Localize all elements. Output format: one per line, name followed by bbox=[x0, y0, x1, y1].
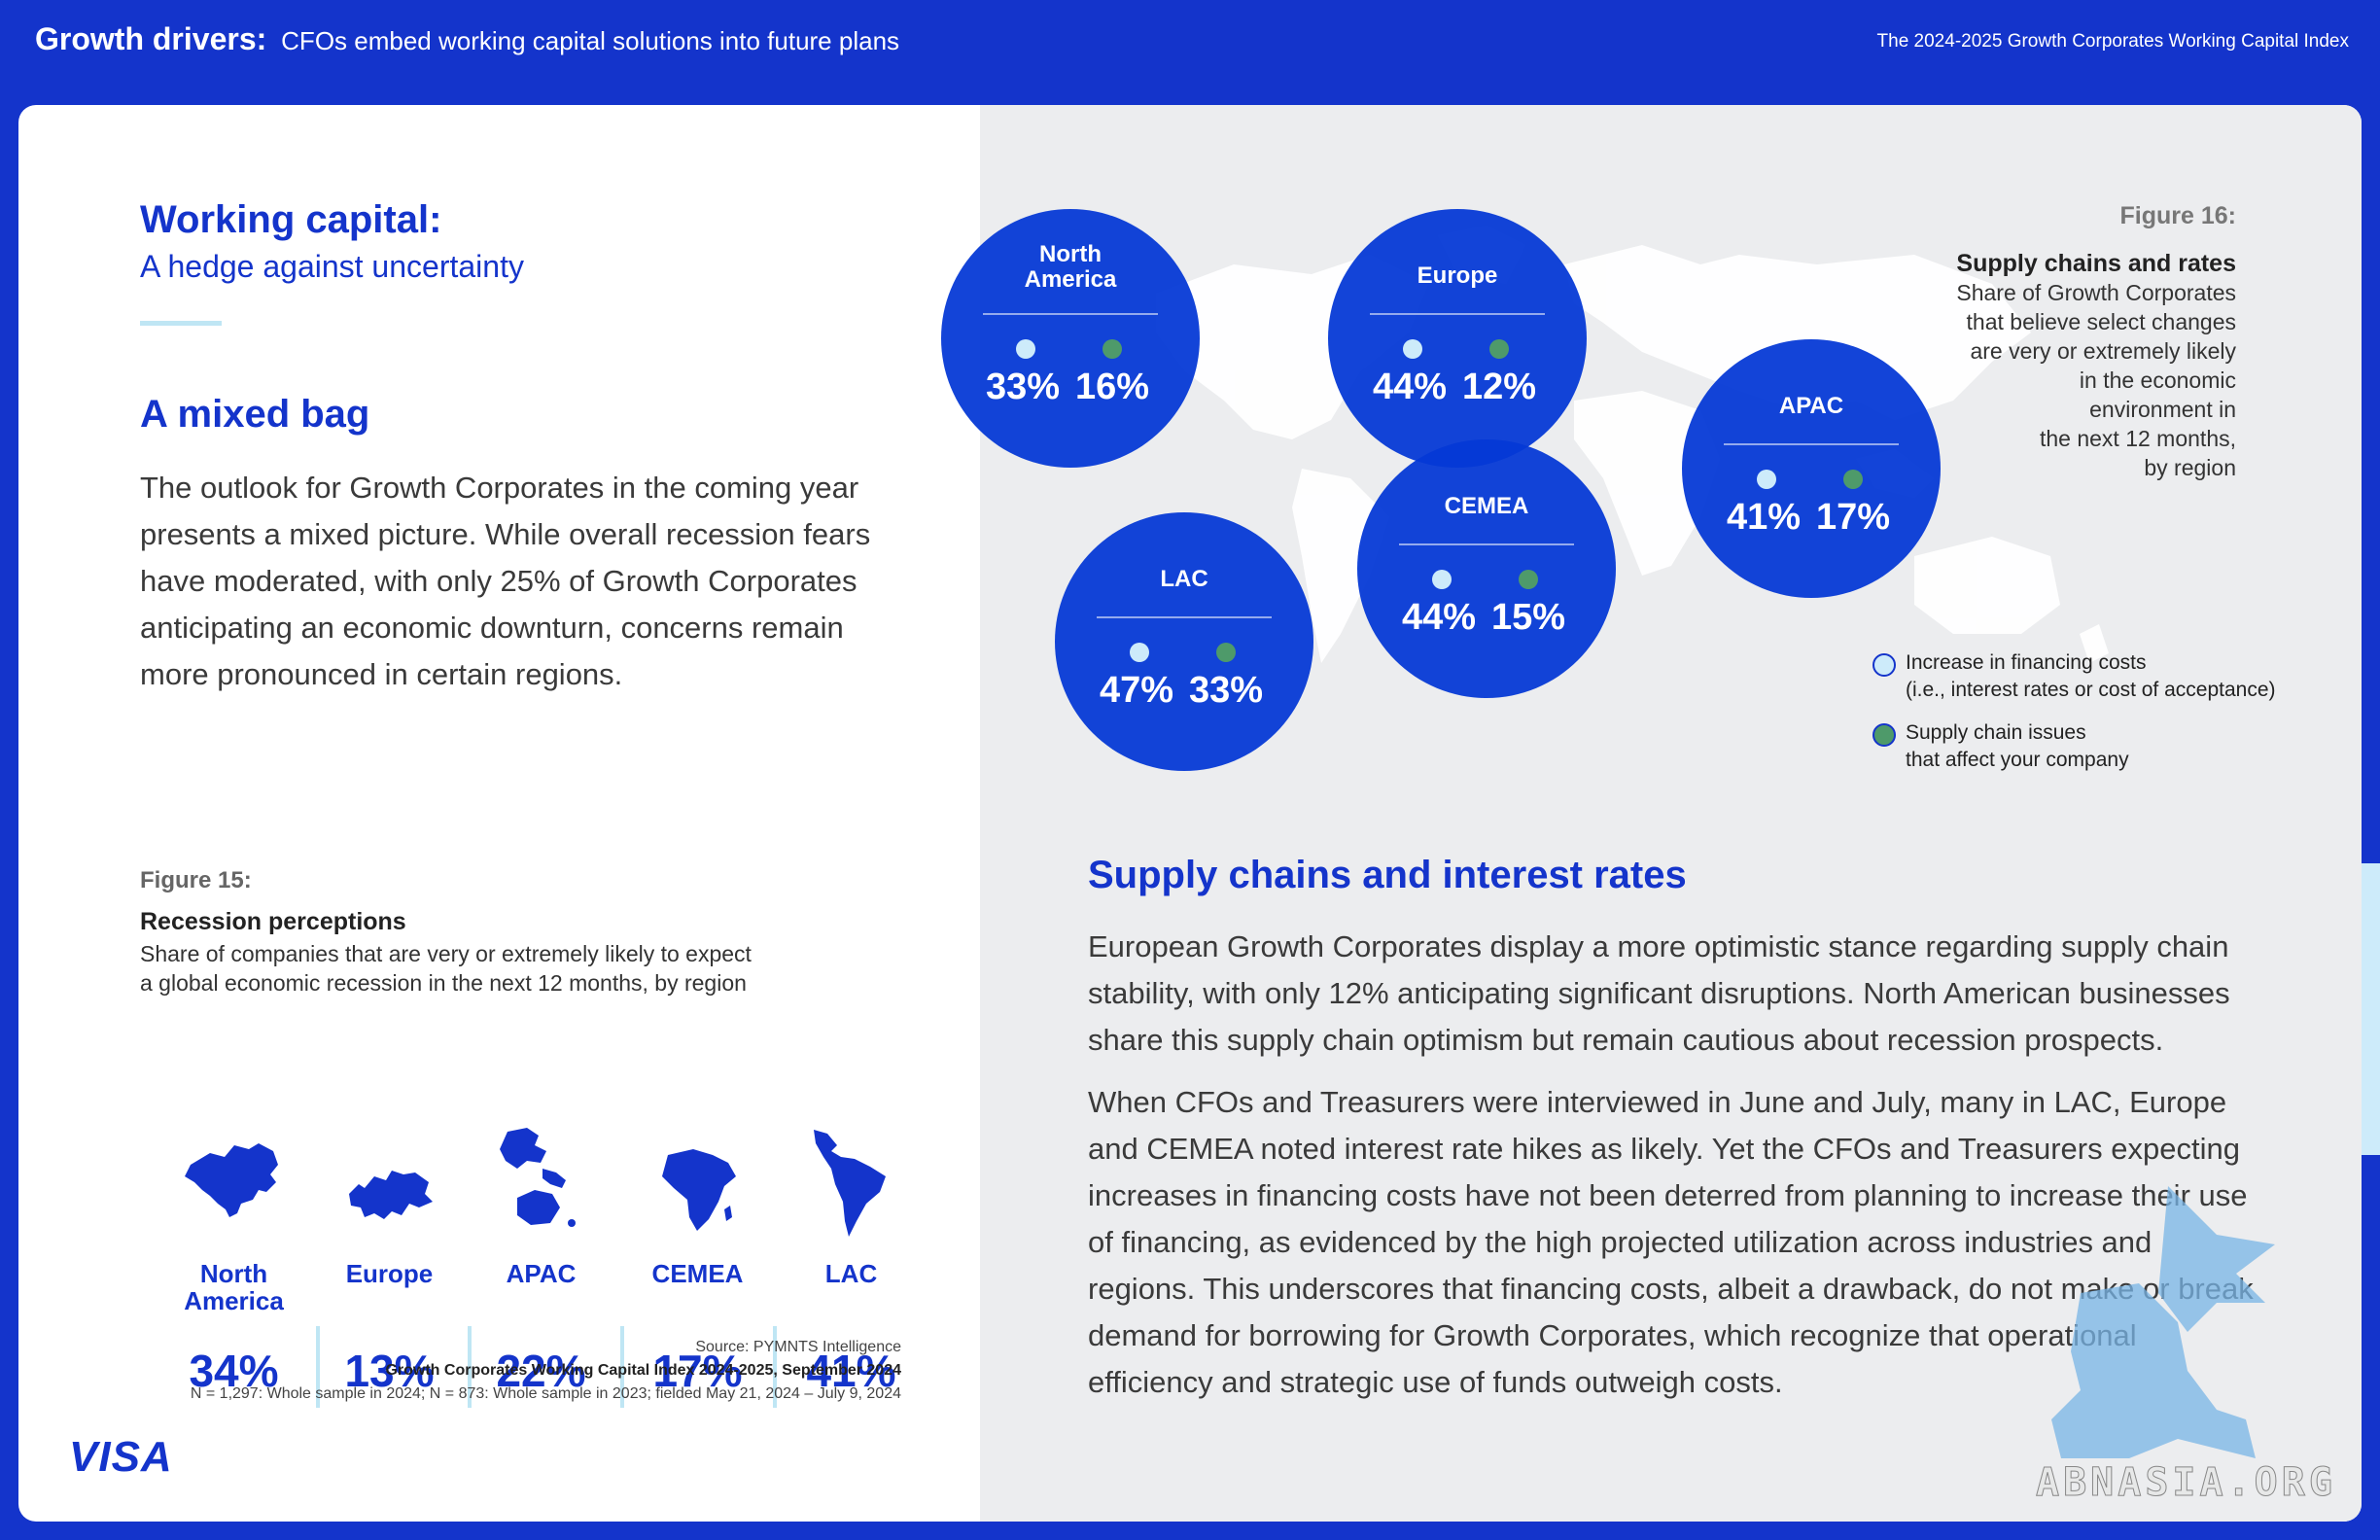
mixed-bag-heading: A mixed bag bbox=[140, 393, 370, 436]
region-north-america: North America 34% bbox=[158, 1136, 309, 1396]
figure-16-description: Share of Growth Corporates that believe … bbox=[1956, 280, 2236, 480]
region-name: CEMEA bbox=[651, 1259, 744, 1288]
apac-map-icon bbox=[499, 1128, 576, 1227]
europe-map-icon bbox=[348, 1171, 433, 1219]
figure-15-source: Source: PYMNTS Intelligence Growth Corpo… bbox=[190, 1339, 901, 1402]
visa-logo: VISA bbox=[69, 1433, 173, 1481]
cemea-map-icon bbox=[661, 1149, 736, 1231]
region-name: LAC bbox=[824, 1259, 878, 1288]
financing-dot-icon bbox=[1130, 643, 1149, 662]
working-capital-title: Working capital: bbox=[140, 198, 442, 241]
financing-value: 33% bbox=[986, 367, 1061, 407]
supply-chains-heading: Supply chains and interest rates bbox=[1088, 854, 1687, 896]
bubble-lac: LAC 47% 33% bbox=[1055, 512, 1313, 771]
bubble-region-name: North America bbox=[1024, 241, 1117, 293]
region-name: North America bbox=[184, 1259, 284, 1315]
bubble-divider bbox=[983, 313, 1158, 315]
financing-value: 47% bbox=[1100, 670, 1174, 711]
financing-dot-icon bbox=[1016, 339, 1035, 359]
financing-dot-icon bbox=[1757, 470, 1776, 489]
figure-16-label: Figure 16: bbox=[2119, 202, 2236, 229]
mixed-bag-body: The outlook for Growth Corporates in the… bbox=[140, 471, 871, 691]
bubble-divider bbox=[1370, 313, 1545, 315]
figure-15-description: Share of companies that are very or extr… bbox=[140, 939, 840, 998]
supply-value: 12% bbox=[1462, 367, 1537, 407]
legend-item-financing: Increase in financing costs (i.e., inter… bbox=[1872, 649, 2276, 704]
region-apac: APAC 22% bbox=[466, 1128, 616, 1396]
financing-dot-icon bbox=[1432, 570, 1452, 589]
region-cemea: CEMEA 17% bbox=[622, 1136, 773, 1396]
page-edge-tab bbox=[2362, 863, 2380, 1155]
lac-map-icon bbox=[813, 1130, 886, 1237]
region-name: APAC bbox=[506, 1259, 577, 1288]
financing-value: 44% bbox=[1373, 367, 1448, 407]
bubble-region-name: CEMEA bbox=[1444, 493, 1529, 519]
figure-15-desc-line-1: Share of companies that are very or extr… bbox=[140, 941, 752, 966]
figure-16-caption: Figure 16: Supply chains and rates Share… bbox=[1828, 202, 2236, 482]
supply-dot-icon bbox=[1519, 570, 1538, 589]
figure-16-title: Supply chains and rates bbox=[1956, 250, 2236, 277]
page-header-title: Growth drivers: CFOs embed working capit… bbox=[35, 21, 899, 57]
supply-value: 17% bbox=[1816, 497, 1891, 538]
supply-dot-icon bbox=[1216, 643, 1236, 662]
bubble-north-america: North America 33% 16% bbox=[941, 209, 1200, 468]
bubble-cemea: CEMEA 44% 15% bbox=[1357, 439, 1616, 698]
title-divider bbox=[140, 321, 222, 326]
financing-value: 41% bbox=[1727, 497, 1802, 538]
content-card: Working capital: A hedge against uncerta… bbox=[18, 105, 2362, 1522]
financing-dot-icon bbox=[1403, 339, 1422, 359]
supply-value: 33% bbox=[1189, 670, 1264, 711]
legend-item-supply: Supply chain issues that affect your com… bbox=[1872, 719, 2276, 774]
figure-15-label: Figure 15: bbox=[140, 867, 252, 893]
north-america-map-icon bbox=[184, 1143, 278, 1217]
figure-15-desc-line-2: a global economic recession in the next … bbox=[140, 970, 747, 996]
supply-chains-paragraph-1: European Growth Corporates display a mor… bbox=[1088, 929, 2230, 1057]
region-lac: LAC 41% bbox=[776, 1130, 927, 1396]
bubble-region-name: LAC bbox=[1160, 566, 1208, 592]
financing-value: 44% bbox=[1402, 597, 1477, 638]
header-title-rest: CFOs embed working capital solutions int… bbox=[281, 26, 900, 55]
financing-legend-dot-icon bbox=[1872, 653, 1896, 677]
figure-15-title: Recession perceptions bbox=[140, 908, 406, 935]
header-title-bold: Growth drivers: bbox=[35, 21, 267, 56]
region-name: Europe bbox=[345, 1259, 434, 1288]
working-capital-subtitle: A hedge against uncertainty bbox=[140, 249, 524, 284]
bubble-divider bbox=[1399, 543, 1574, 545]
bubble-europe: Europe 44% 12% bbox=[1328, 209, 1587, 468]
supply-dot-icon bbox=[1102, 339, 1122, 359]
figure-16-legend: Increase in financing costs (i.e., inter… bbox=[1872, 649, 2276, 789]
region-europe: Europe 13% bbox=[314, 1136, 465, 1396]
header-index-name: The 2024-2025 Growth Corporates Working … bbox=[1876, 31, 2349, 52]
bubble-region-name: Europe bbox=[1417, 262, 1498, 289]
supply-legend-dot-icon bbox=[1872, 723, 1896, 747]
supply-dot-icon bbox=[1489, 339, 1509, 359]
watermark-text: ABNASIA.ORG bbox=[2036, 1460, 2336, 1506]
supply-value: 16% bbox=[1075, 367, 1150, 407]
bubble-divider bbox=[1097, 616, 1272, 618]
supply-value: 15% bbox=[1491, 597, 1566, 638]
recession-perceptions-regions: North America 34% Europe 13% APAC 22% CE… bbox=[158, 1128, 897, 1408]
griffin-watermark-icon bbox=[2051, 1186, 2275, 1458]
